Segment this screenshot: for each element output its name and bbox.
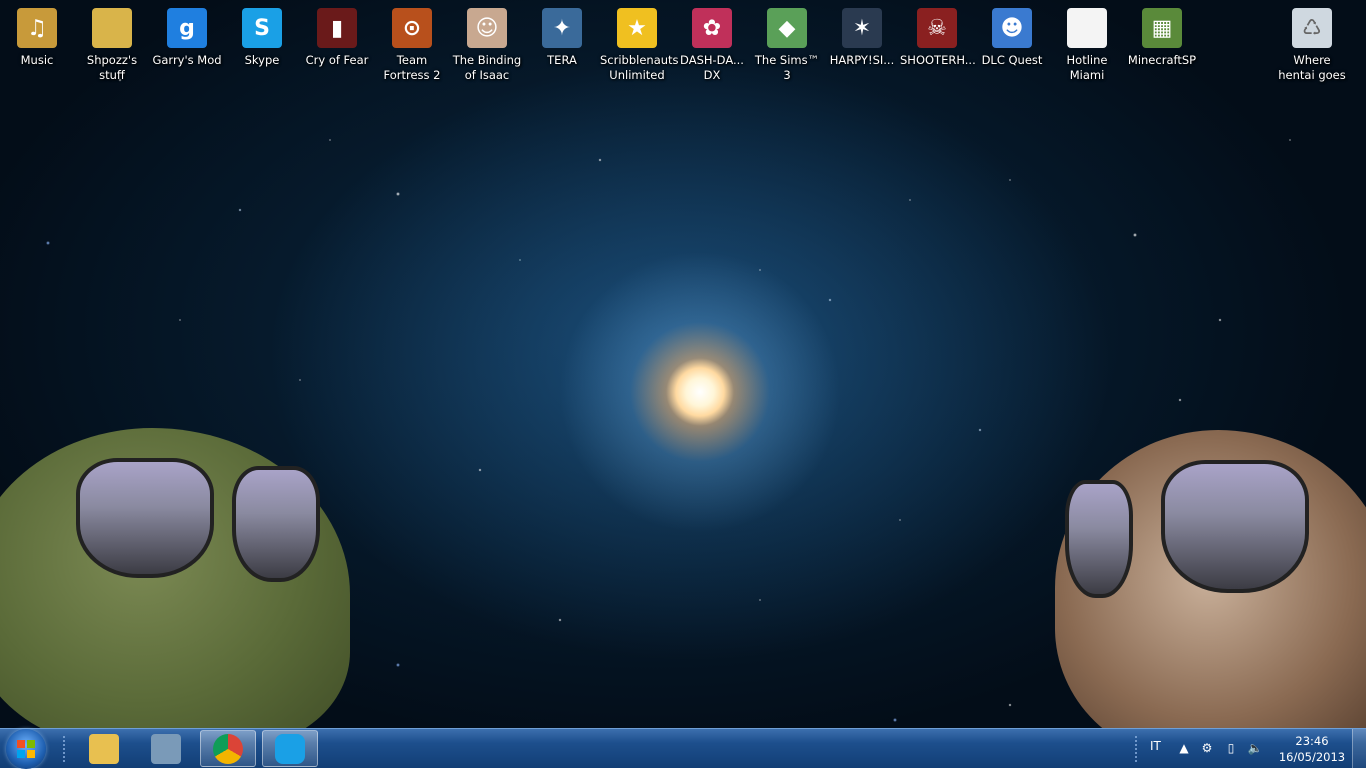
- taskbar-grip[interactable]: [62, 735, 66, 763]
- sunglasses-lens-left: [76, 458, 214, 578]
- desktop-icon-document[interactable]: Hotline Miami: [1050, 4, 1124, 83]
- desktop-icon-label: SHOOTERH...: [900, 53, 976, 67]
- desktop-icon-dash-da-dx[interactable]: ✿ DASH-DA... DX: [675, 4, 749, 83]
- desktop-icon-skype[interactable]: S Skype: [225, 4, 299, 68]
- dash-da-dx-icon: ✿: [692, 8, 732, 48]
- desktop-wallpaper: ♫ Music Shpozz's stuff g Garry's Mod S Skype ▮ C…: [0, 0, 1366, 728]
- desktop-icon-scribblenauts[interactable]: ★ Scribblenauts Unlimited: [600, 4, 679, 83]
- taskbar-chrome-button[interactable]: [200, 730, 256, 767]
- desktop-icon-label: Cry of Fear: [305, 53, 369, 67]
- desktop-icon-dlc-quest[interactable]: ☻ DLC Quest: [975, 4, 1049, 68]
- desktop-icon-label: DASH-DA... DX: [680, 53, 744, 82]
- desktop-icon-label: Skype: [244, 53, 280, 67]
- tera-icon: ✦: [542, 8, 582, 48]
- garrys-mod-icon: g: [167, 8, 207, 48]
- taskbar-computer-button[interactable]: [138, 730, 194, 767]
- desktop-icon-label: DLC Quest: [981, 53, 1043, 67]
- team-fortress-2-icon: ⊙: [392, 8, 432, 48]
- language-indicator[interactable]: IT: [1150, 739, 1161, 753]
- wallpaper-monster-with-sunglasses: [0, 428, 350, 728]
- shooterh-icon: ☠: [917, 8, 957, 48]
- sunglasses-lens-right: [232, 466, 320, 582]
- desktop-icon-cry-of-fear[interactable]: ▮ Cry of Fear: [300, 4, 374, 68]
- taskbar-skype-button[interactable]: [262, 730, 318, 767]
- folder-icon: [89, 733, 119, 764]
- desktop-icon-label: Team Fortress 2: [383, 53, 441, 82]
- steam-tray-icon[interactable]: ⚙: [1200, 741, 1214, 755]
- computer-icon: [151, 733, 181, 764]
- scribblenauts-icon: ★: [617, 8, 657, 48]
- windows-logo-icon: [17, 740, 35, 758]
- show-hidden-icons-icon[interactable]: ▲: [1177, 741, 1191, 755]
- desktop-icon-label: The Binding of Isaac: [452, 53, 522, 82]
- desktop-icon-label: Where hentai goes: [1278, 53, 1346, 82]
- tray-grip[interactable]: [1134, 735, 1138, 763]
- power-tray-icon[interactable]: ▯: [1224, 741, 1238, 755]
- show-desktop-button[interactable]: [1352, 729, 1366, 769]
- wallpaper-sloth-with-sunglasses: [1055, 430, 1366, 728]
- folder-icon: [92, 8, 132, 48]
- desktop-icon-minecraft[interactable]: ▦ MinecraftSP: [1125, 4, 1199, 68]
- desktop-icon-label: HARPY!SI...: [829, 53, 895, 67]
- desktop-icon-recycle-bin[interactable]: ♺ Where hentai goes: [1275, 4, 1349, 83]
- skype-icon: S: [242, 8, 282, 48]
- desktop-icon-label: Garry's Mod: [152, 53, 222, 67]
- desktop-icon-label: Scribblenauts Unlimited: [600, 53, 679, 82]
- harpy-icon: ✶: [842, 8, 882, 48]
- desktop-icon-label: The Sims™ 3: [754, 53, 820, 82]
- desktop-icon-binding-of-isaac[interactable]: ☺ The Binding of Isaac: [450, 4, 524, 83]
- sunglasses-lens-right: [1161, 460, 1309, 593]
- volume-icon[interactable]: 🔈: [1248, 741, 1263, 755]
- desktop-icon-harpy[interactable]: ✶ HARPY!SI...: [825, 4, 899, 68]
- music-folder-icon: ♫: [17, 8, 57, 48]
- desktop-icon-garrys-mod[interactable]: g Garry's Mod: [150, 4, 224, 68]
- chrome-icon: [213, 733, 243, 764]
- desktop-icon-label: Hotline Miami: [1066, 53, 1108, 82]
- minecraft-icon: ▦: [1142, 8, 1182, 48]
- desktop-icon-label: TERA: [547, 53, 577, 67]
- start-button[interactable]: [6, 729, 46, 769]
- desktop-icon-shooterh[interactable]: ☠ SHOOTERH...: [900, 4, 976, 68]
- document-icon: [1067, 8, 1107, 48]
- clock-time: 23:46: [1295, 734, 1329, 748]
- sims-3-icon: ◆: [767, 8, 807, 48]
- sunglasses-lens-left: [1065, 480, 1133, 598]
- cry-of-fear-icon: ▮: [317, 8, 357, 48]
- desktop-icon-label: MinecraftSP: [1127, 53, 1197, 67]
- recycle-bin-icon: ♺: [1292, 8, 1332, 48]
- skype-icon: [275, 733, 305, 764]
- dlc-quest-icon: ☻: [992, 8, 1032, 48]
- desktop-icon-label: Shpozz's stuff: [86, 53, 138, 82]
- desktop-icon-folder[interactable]: Shpozz's stuff: [75, 4, 149, 83]
- clock[interactable]: 23:46 16/05/2013: [1276, 733, 1348, 765]
- desktop-icon-team-fortress-2[interactable]: ⊙ Team Fortress 2: [375, 4, 449, 83]
- binding-of-isaac-icon: ☺: [467, 8, 507, 48]
- taskbar: IT ▲ ⚙ ▯ 🔈 23:46 16/05/2013: [0, 728, 1366, 769]
- clock-date: 16/05/2013: [1278, 750, 1346, 764]
- desktop-icon-sims-3[interactable]: ◆ The Sims™ 3: [750, 4, 824, 83]
- desktop-icon-tera[interactable]: ✦ TERA: [525, 4, 599, 68]
- desktop-icon-label: Music: [20, 53, 54, 67]
- taskbar-file-explorer-button[interactable]: [76, 730, 132, 767]
- desktop-icon-music-folder[interactable]: ♫ Music: [0, 4, 74, 68]
